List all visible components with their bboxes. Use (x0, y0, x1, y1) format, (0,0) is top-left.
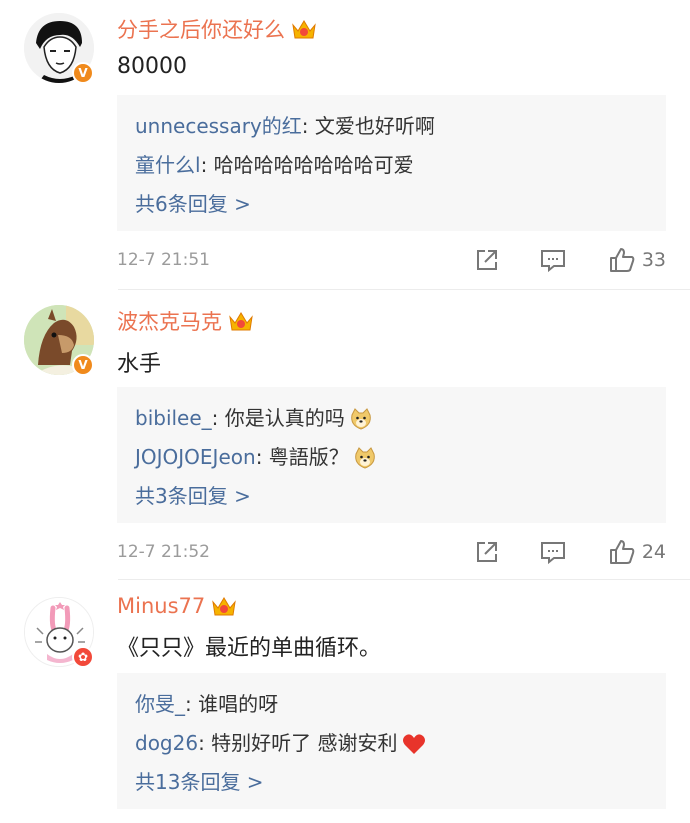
share-button[interactable] (472, 539, 502, 565)
crown-icon (292, 20, 316, 39)
reply-line[interactable]: dog26 : 特别好听了 感谢安利 (135, 724, 648, 763)
comment-button[interactable] (538, 539, 568, 565)
reply-author[interactable]: unnecessary的红 (135, 107, 302, 146)
reply-preview[interactable]: bibilee_ : 你是认真的吗 JOJOJOEJeon : 粤語版？ 共3条… (117, 387, 666, 523)
comment-item: V 波杰克马克 水手 bibilee_ : 你是认真的吗 JOJOJOEJeon… (0, 290, 690, 580)
reply-author[interactable]: dog26 (135, 724, 198, 763)
thumbs-up-icon (609, 248, 635, 272)
reply-line[interactable]: 童什么l : 哈哈哈哈哈哈哈哈可爱 (135, 146, 648, 185)
like-button[interactable]: 33 (608, 246, 666, 274)
crown-icon (229, 312, 253, 331)
comment-button[interactable] (538, 247, 568, 273)
more-replies-link[interactable]: 共13条回复 > (135, 763, 648, 802)
doge-emoji-icon (350, 407, 371, 430)
comment-icon (540, 542, 565, 565)
reply-text: : 粤語版？ (255, 445, 349, 469)
reply-author[interactable]: bibilee_ (135, 399, 212, 438)
reply-text: : 你是认真的吗 (211, 406, 345, 430)
username[interactable]: Minus77 (117, 594, 237, 618)
username-text[interactable]: Minus77 (117, 594, 205, 618)
username[interactable]: 分手之后你还好么 (117, 14, 317, 44)
verified-badge-icon: V (72, 354, 94, 376)
heart-emoji-icon (402, 733, 425, 754)
reply-line[interactable]: unnecessary的红 : 文爱也好听啊 (135, 107, 648, 146)
verified-badge-icon: V (72, 62, 94, 84)
comment-text: 80000 (117, 54, 187, 79)
share-button[interactable] (472, 247, 502, 273)
reply-preview[interactable]: 你旻_ : 谁唱的呀 dog26 : 特别好听了 感谢安利 共13条回复 > (117, 673, 666, 809)
reply-text: : 哈哈哈哈哈哈哈哈可爱 (200, 153, 414, 177)
timestamp: 12-7 21:51 (117, 250, 210, 270)
comment-text: 《只只》最近的单曲循环。 (117, 636, 382, 661)
username-text[interactable]: 波杰克马克 (117, 306, 222, 336)
comment-meta: 12-7 21:51 33 (117, 245, 666, 275)
reply-author[interactable]: 你旻_ (135, 685, 185, 724)
reply-author[interactable]: JOJOJOEJeon (135, 438, 256, 477)
doge-emoji-icon (355, 446, 375, 469)
crown-icon (212, 597, 237, 616)
thumbs-up-icon (609, 540, 635, 564)
username[interactable]: 波杰克马克 (117, 306, 254, 336)
comment-icon (540, 250, 565, 273)
reply-line[interactable]: 你旻_ : 谁唱的呀 (135, 685, 648, 724)
reply-preview[interactable]: unnecessary的红 : 文爱也好听啊 童什么l : 哈哈哈哈哈哈哈哈可爱… (117, 95, 666, 231)
reply-line[interactable]: bibilee_ : 你是认真的吗 (135, 399, 648, 438)
like-count: 24 (641, 541, 666, 563)
comment-text: 水手 (117, 352, 162, 377)
like-button[interactable]: 24 (608, 538, 666, 566)
comment-item: ✿ Minus77 《只只》最近的单曲循环。 你旻_ : 谁唱的呀 dog26 … (0, 580, 690, 823)
timestamp: 12-7 21:52 (117, 542, 210, 562)
reply-text: : 谁唱的呀 (185, 692, 279, 716)
username-text[interactable]: 分手之后你还好么 (117, 14, 285, 44)
more-replies-link[interactable]: 共3条回复 > (135, 477, 648, 516)
share-icon (476, 250, 497, 270)
reply-text: : 特别好听了 感谢安利 (198, 731, 398, 755)
reply-text: : 文爱也好听啊 (301, 114, 435, 138)
action-bar: 33 (472, 246, 666, 274)
comment-meta: 12-7 21:52 24 (117, 537, 666, 567)
like-count: 33 (641, 249, 666, 271)
action-bar: 24 (472, 538, 666, 566)
reply-author[interactable]: 童什么l (135, 146, 201, 185)
comment-item: V 分手之后你还好么 80000 unnecessary的红 : 文爱也好听啊 … (0, 0, 690, 290)
share-icon (476, 542, 497, 562)
vip-badge-icon: ✿ (72, 646, 94, 668)
reply-line[interactable]: JOJOJOEJeon : 粤語版？ (135, 438, 648, 477)
more-replies-link[interactable]: 共6条回复 > (135, 185, 648, 224)
